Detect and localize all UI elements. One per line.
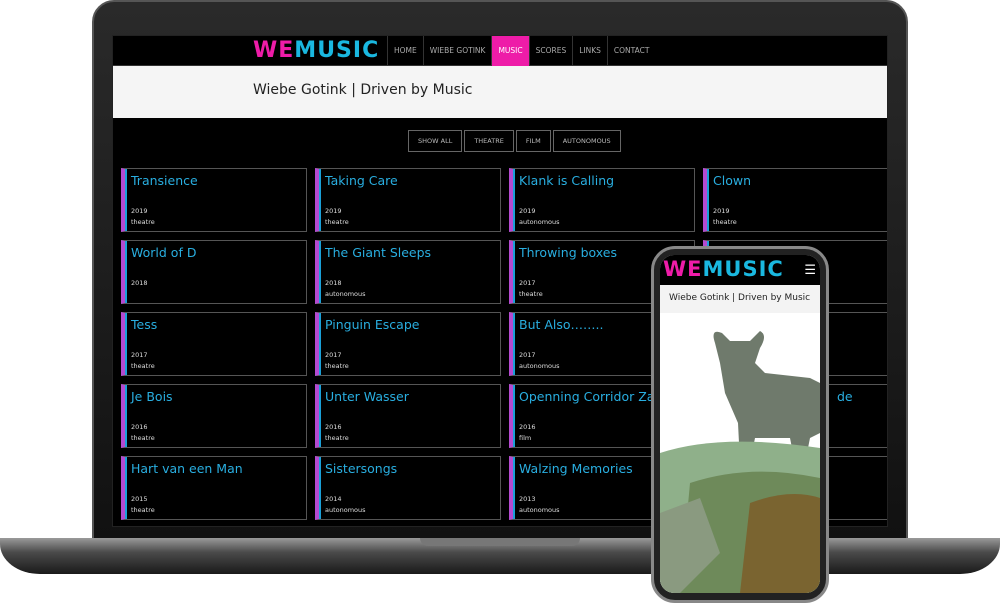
- card-title: World of D: [131, 245, 197, 260]
- card-category: autonomous: [519, 218, 560, 226]
- card-year: 2017: [325, 351, 342, 359]
- music-card[interactable]: Transience 2019 theatre: [121, 168, 307, 232]
- card-year: 2013: [519, 495, 536, 503]
- card-title: Taking Care: [325, 173, 398, 188]
- music-card[interactable]: Pinguin Escape 2017 theatre: [315, 312, 501, 376]
- logo-we: WE: [663, 257, 703, 281]
- card-category: theatre: [713, 218, 737, 226]
- phone-screen: WEMUSIC ☰ Wiebe Gotink | Driven by Music: [660, 255, 820, 593]
- music-card[interactable]: Je Bois 2016 theatre: [121, 384, 307, 448]
- card-title: But Also……..: [519, 317, 604, 332]
- nav-item-links[interactable]: LINKS: [572, 36, 607, 66]
- card-title: The Giant Sleeps: [325, 245, 432, 260]
- mobile-nav: WEMUSIC ☰: [660, 255, 820, 285]
- card-title: Pinguin Escape: [325, 317, 420, 332]
- filter-buttons: SHOW ALL THEATRE FILM AUTONOMOUS: [408, 130, 621, 152]
- card-title: Klank is Calling: [519, 173, 615, 188]
- music-card[interactable]: Hart van een Man 2015 theatre: [121, 456, 307, 520]
- mobile-page-title: Wiebe Gotink | Driven by Music: [660, 285, 820, 313]
- nav-item-scores[interactable]: SCORES: [528, 36, 573, 66]
- card-year: 2014: [325, 495, 342, 503]
- card-category: theatre: [519, 290, 543, 298]
- card-category: autonomous: [519, 506, 560, 514]
- laptop-notch: [420, 538, 580, 546]
- card-title: Throwing boxes: [519, 245, 618, 260]
- card-year: 2019: [325, 207, 342, 215]
- card-year: 2017: [519, 351, 536, 359]
- page-title: Wiebe Gotink | Driven by Music: [253, 82, 473, 98]
- filter-theatre[interactable]: THEATRE: [464, 130, 514, 152]
- card-category: theatre: [325, 434, 349, 442]
- logo-we: WE: [253, 38, 295, 63]
- card-year: 2017: [131, 351, 148, 359]
- card-year: 2015: [131, 495, 148, 503]
- filter-autonomous[interactable]: AUTONOMOUS: [552, 130, 621, 152]
- card-category: theatre: [325, 362, 349, 370]
- filter-show-all[interactable]: SHOW ALL: [408, 130, 463, 152]
- card-category: autonomous: [325, 290, 366, 298]
- nav-item-music[interactable]: MUSIC: [491, 36, 529, 66]
- filter-film[interactable]: FILM: [515, 130, 551, 152]
- nav-item-home[interactable]: HOME: [387, 36, 423, 66]
- card-category: theatre: [131, 434, 155, 442]
- logo-music: MUSIC: [294, 38, 380, 63]
- card-year: 2019: [519, 207, 536, 215]
- card-year: 2016: [131, 423, 148, 431]
- card-year: 2017: [519, 279, 536, 287]
- card-title: Je Bois: [131, 389, 173, 404]
- card-category: theatre: [325, 218, 349, 226]
- card-category: autonomous: [325, 506, 366, 514]
- card-title: Sistersongs: [325, 461, 398, 476]
- top-nav: WEMUSIC HOME WIEBE GOTINK MUSIC SCORES LINKS…: [113, 36, 887, 66]
- card-year: 2016: [325, 423, 342, 431]
- card-category: film: [519, 434, 532, 442]
- logo[interactable]: WEMUSIC: [253, 38, 379, 63]
- hamburger-icon[interactable]: ☰: [804, 263, 816, 278]
- music-card[interactable]: Unter Wasser 2016 theatre: [315, 384, 501, 448]
- nav-menu: HOME WIEBE GOTINK MUSIC SCORES LINKS CONTACT: [387, 36, 656, 66]
- card-year: 2016: [519, 423, 536, 431]
- card-title: Walzing Memories: [519, 461, 633, 476]
- card-title: Unter Wasser: [325, 389, 409, 404]
- music-card[interactable]: Klank is Calling 2019 autonomous: [509, 168, 695, 232]
- card-title: Clown: [713, 173, 751, 188]
- bull-artwork-image: [660, 313, 820, 593]
- music-card[interactable]: Taking Care 2019 theatre: [315, 168, 501, 232]
- card-year: 2019: [131, 207, 148, 215]
- nav-item-wiebe-gotink[interactable]: WIEBE GOTINK: [422, 36, 492, 66]
- music-card[interactable]: Tess 2017 theatre: [121, 312, 307, 376]
- music-card[interactable]: Clown 2019 theatre: [703, 168, 887, 232]
- card-year: 2018: [131, 279, 148, 287]
- card-category: theatre: [131, 506, 155, 514]
- music-card[interactable]: The Giant Sleeps 2018 autonomous: [315, 240, 501, 304]
- card-category: theatre: [131, 218, 155, 226]
- nav-item-contact[interactable]: CONTACT: [606, 36, 656, 66]
- card-year: 2019: [713, 207, 730, 215]
- card-year: 2018: [325, 279, 342, 287]
- card-title: Hart van een Man: [131, 461, 243, 476]
- card-title: Tess: [131, 317, 158, 332]
- mobile-logo[interactable]: WEMUSIC: [663, 257, 784, 281]
- card-category: theatre: [131, 362, 155, 370]
- music-card[interactable]: Sistersongs 2014 autonomous: [315, 456, 501, 520]
- page-header: Wiebe Gotink | Driven by Music: [113, 66, 887, 118]
- music-card[interactable]: World of D 2018: [121, 240, 307, 304]
- logo-music: MUSIC: [702, 257, 784, 281]
- card-title: Transience: [131, 173, 198, 188]
- card-category: autonomous: [519, 362, 560, 370]
- card-title: de: [837, 389, 853, 404]
